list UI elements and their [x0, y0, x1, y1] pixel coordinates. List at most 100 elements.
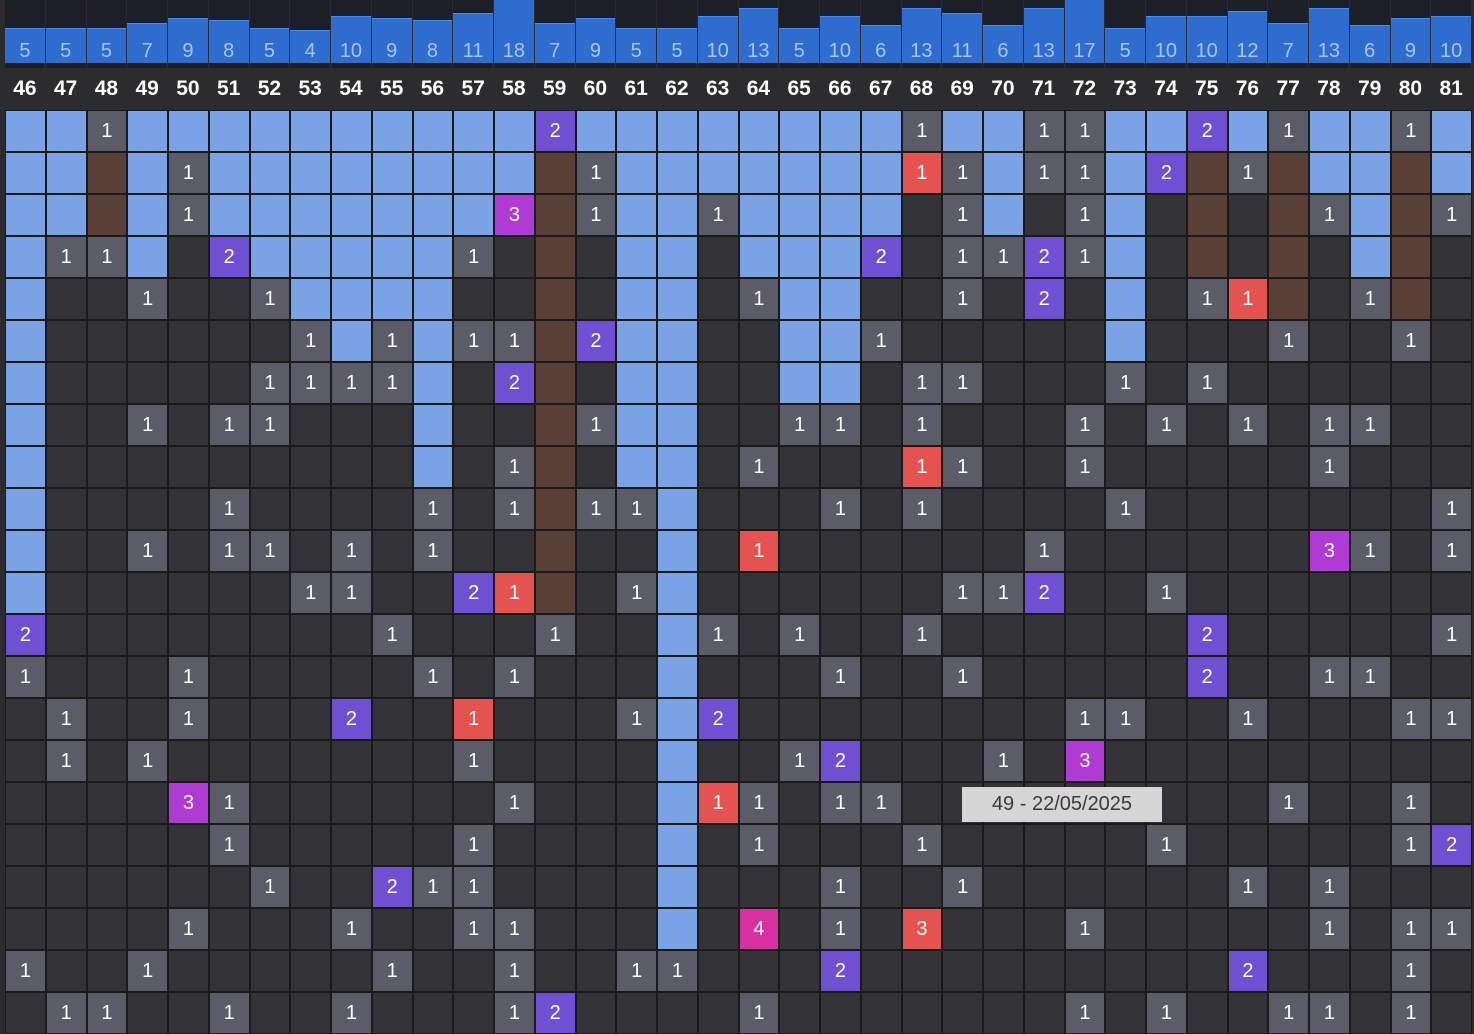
grid-cell[interactable]: 1	[45, 740, 87, 782]
grid-cell[interactable]	[738, 320, 780, 362]
grid-cell[interactable]: 1	[1064, 908, 1106, 950]
grid-cell[interactable]	[1268, 698, 1309, 740]
grid-cell[interactable]	[371, 152, 413, 194]
grid-cell[interactable]	[738, 152, 780, 194]
grid-cell[interactable]	[1105, 152, 1146, 194]
grid-cell[interactable]	[1064, 950, 1106, 992]
column-number[interactable]: 52	[249, 68, 290, 110]
grid-cell[interactable]	[290, 404, 331, 446]
grid-cell[interactable]: 1	[534, 614, 576, 656]
grid-cell[interactable]	[942, 530, 983, 572]
grid-cell[interactable]	[45, 194, 87, 236]
grid-cell[interactable]	[575, 866, 617, 908]
grid-cell[interactable]	[249, 446, 291, 488]
grid-cell[interactable]	[820, 278, 861, 320]
grid-cell[interactable]	[1146, 194, 1187, 236]
grid-cell[interactable]	[534, 488, 576, 530]
grid-cell[interactable]	[290, 614, 331, 656]
grid-cell[interactable]	[208, 194, 250, 236]
grid-cell[interactable]	[534, 698, 576, 740]
grid-cell[interactable]: 1	[820, 656, 861, 698]
grid-cell[interactable]: 1	[942, 866, 983, 908]
grid-cell[interactable]	[371, 446, 413, 488]
grid-cell[interactable]	[45, 572, 87, 614]
grid-cell[interactable]	[249, 488, 291, 530]
grid-cell[interactable]: 1	[1064, 110, 1106, 152]
grid-cell[interactable]: 2	[371, 866, 413, 908]
grid-cell[interactable]	[371, 488, 413, 530]
grid-cell[interactable]	[1390, 362, 1432, 404]
grid-cell[interactable]	[86, 572, 128, 614]
grid-cell[interactable]: 1	[901, 446, 943, 488]
grid-cell[interactable]	[820, 152, 861, 194]
grid-cell[interactable]	[860, 446, 902, 488]
grid-cell[interactable]	[127, 908, 168, 950]
grid-cell[interactable]	[1146, 866, 1187, 908]
grid-cell[interactable]	[127, 446, 168, 488]
grid-cell[interactable]	[249, 656, 291, 698]
column-number[interactable]: 60	[575, 68, 616, 110]
grid-cell[interactable]: 1	[127, 530, 168, 572]
grid-cell[interactable]	[1431, 236, 1472, 278]
grid-cell[interactable]	[290, 908, 331, 950]
grid-cell[interactable]: 1	[1064, 698, 1106, 740]
grid-cell[interactable]	[534, 404, 576, 446]
grid-cell[interactable]	[5, 110, 46, 152]
grid-cell[interactable]: 1	[942, 656, 983, 698]
grid-cell[interactable]	[1023, 698, 1065, 740]
grid-cell[interactable]	[1309, 824, 1350, 866]
grid-cell[interactable]	[1146, 488, 1187, 530]
grid-cell[interactable]: 3	[168, 782, 209, 824]
grid-cell[interactable]	[1268, 236, 1309, 278]
grid-cell[interactable]	[1349, 446, 1391, 488]
grid-cell[interactable]: 1	[494, 446, 535, 488]
grid-cell[interactable]	[494, 110, 535, 152]
grid-cell[interactable]	[290, 782, 331, 824]
grid-cell[interactable]: 1	[1268, 782, 1309, 824]
grid-cell[interactable]: 1	[5, 950, 46, 992]
grid-cell[interactable]: 1	[1146, 572, 1187, 614]
grid-cell[interactable]	[1186, 908, 1228, 950]
grid-cell[interactable]	[1023, 908, 1065, 950]
column-number[interactable]: 47	[45, 68, 86, 110]
grid-cell[interactable]	[657, 110, 698, 152]
grid-cell[interactable]	[1431, 572, 1472, 614]
grid-cell[interactable]	[290, 992, 331, 1034]
grid-cell[interactable]: 1	[616, 488, 657, 530]
grid-cell[interactable]: 1	[697, 782, 739, 824]
grid-cell[interactable]: 1	[453, 740, 494, 782]
grid-cell[interactable]	[657, 866, 698, 908]
grid-cell[interactable]	[168, 824, 209, 866]
grid-cell[interactable]	[820, 530, 861, 572]
grid-cell[interactable]	[45, 950, 87, 992]
grid-cell[interactable]	[1390, 152, 1432, 194]
grid-cell[interactable]: 1	[1064, 446, 1106, 488]
grid-cell[interactable]	[1349, 572, 1391, 614]
grid-cell[interactable]: 1	[820, 404, 861, 446]
grid-cell[interactable]	[983, 866, 1024, 908]
grid-cell[interactable]	[657, 320, 698, 362]
grid-cell[interactable]	[1227, 110, 1269, 152]
grid-cell[interactable]	[983, 446, 1024, 488]
grid-cell[interactable]	[290, 194, 331, 236]
grid-cell[interactable]	[249, 152, 291, 194]
grid-cell[interactable]	[1146, 908, 1187, 950]
grid-cell[interactable]	[779, 908, 820, 950]
column-number[interactable]: 62	[657, 68, 697, 110]
grid-cell[interactable]	[820, 320, 861, 362]
grid-cell[interactable]	[127, 782, 168, 824]
grid-cell[interactable]	[371, 236, 413, 278]
grid-cell[interactable]	[45, 530, 87, 572]
grid-cell[interactable]	[1309, 278, 1350, 320]
grid-cell[interactable]	[1431, 866, 1472, 908]
grid-cell[interactable]	[779, 698, 820, 740]
grid-cell[interactable]	[412, 572, 454, 614]
grid-cell[interactable]: 1	[942, 152, 983, 194]
grid-cell[interactable]: 1	[331, 572, 372, 614]
grid-cell[interactable]: 1	[860, 320, 902, 362]
grid-cell[interactable]: 1	[983, 740, 1024, 782]
column-number[interactable]: 51	[208, 68, 249, 110]
grid-cell[interactable]	[127, 866, 168, 908]
grid-cell[interactable]: 4	[738, 908, 780, 950]
grid-cell[interactable]	[1309, 110, 1350, 152]
